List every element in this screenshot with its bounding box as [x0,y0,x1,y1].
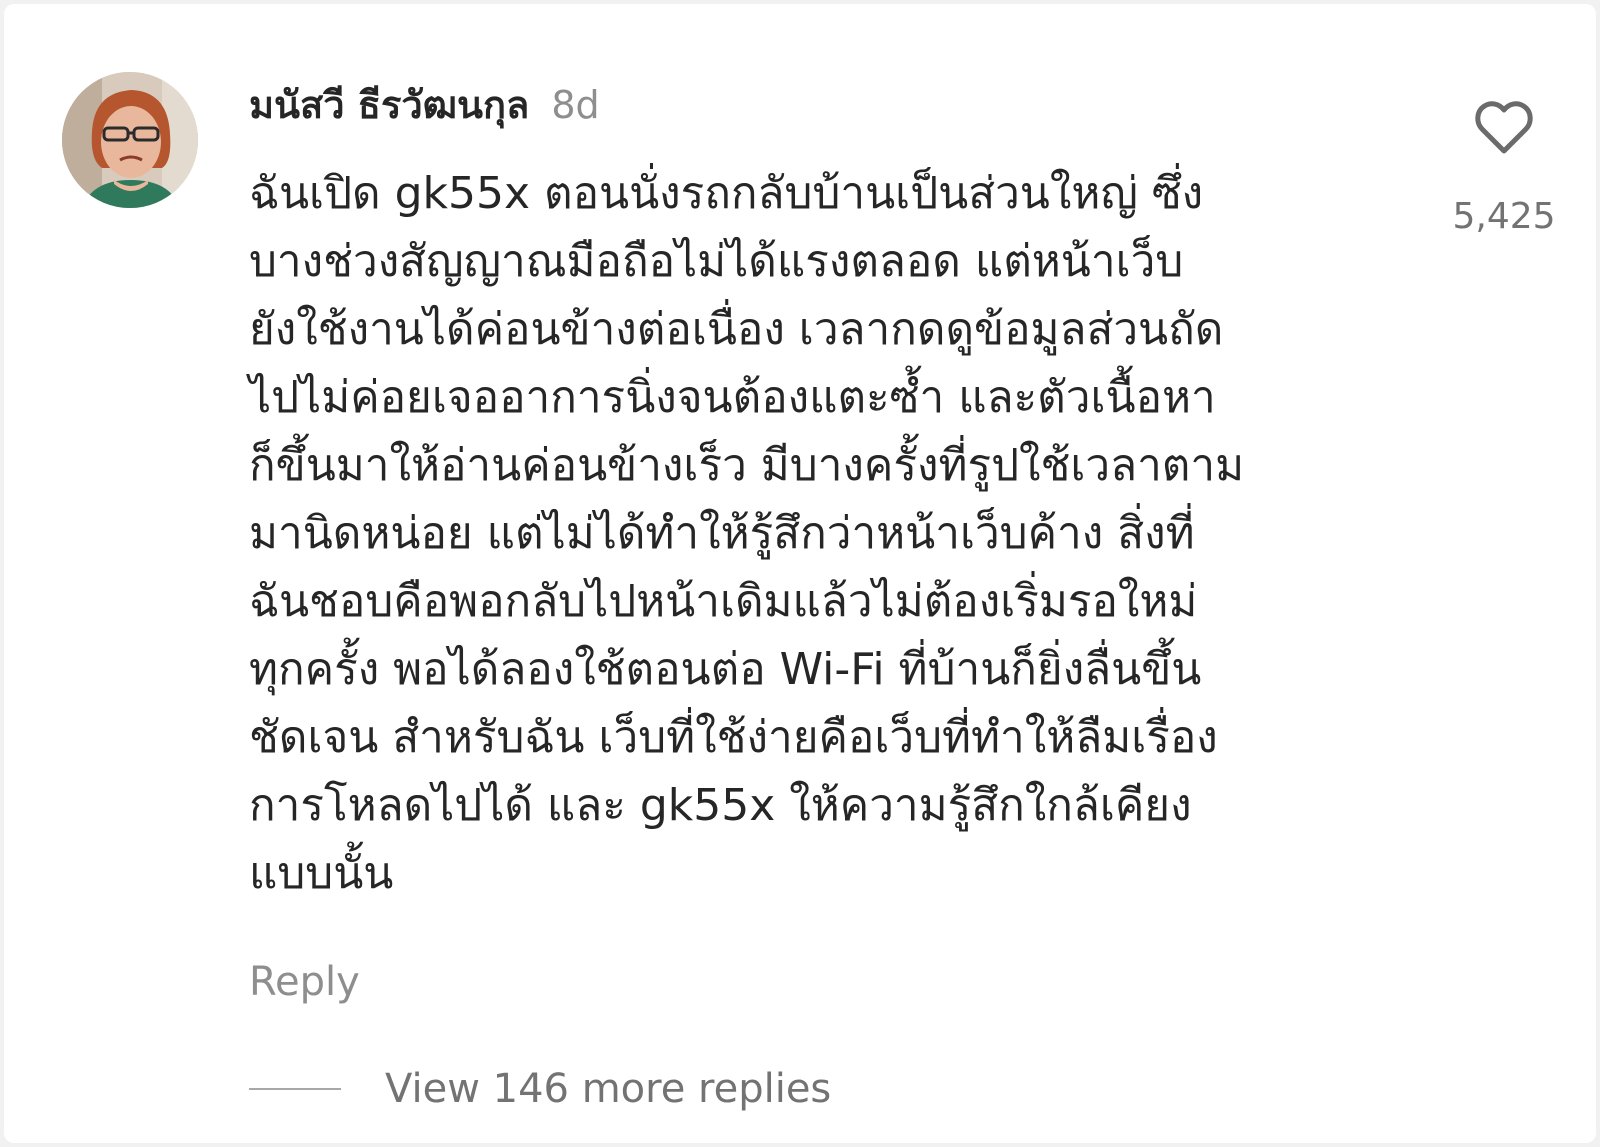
replies-divider [249,1088,341,1090]
comment-text: ฉันเปิด gk55x ตอนนั่งรถกลับบ้านเป็นส่วนใ… [249,168,1245,899]
username[interactable]: มนัสวี ธีรวัฒนกุล [249,74,529,135]
timestamp: 8d [551,83,600,127]
view-replies-label: View 146 more replies [385,1066,832,1112]
reply-button[interactable]: Reply [249,959,360,1005]
heart-outline-icon [1475,101,1533,154]
like-area: 5,425 [1444,100,1564,237]
like-count: 5,425 [1452,196,1556,237]
like-button[interactable] [1474,100,1534,156]
avatar[interactable] [62,72,198,208]
view-replies-button[interactable]: View 146 more replies [249,1066,831,1112]
comment-card: มนัสวี ธีรวัฒนกุล 8d ฉันเปิด gk55x ตอนนั… [4,4,1596,1143]
comment-header: มนัสวี ธีรวัฒนกุล 8d [249,74,600,134]
avatar-image [62,72,198,208]
